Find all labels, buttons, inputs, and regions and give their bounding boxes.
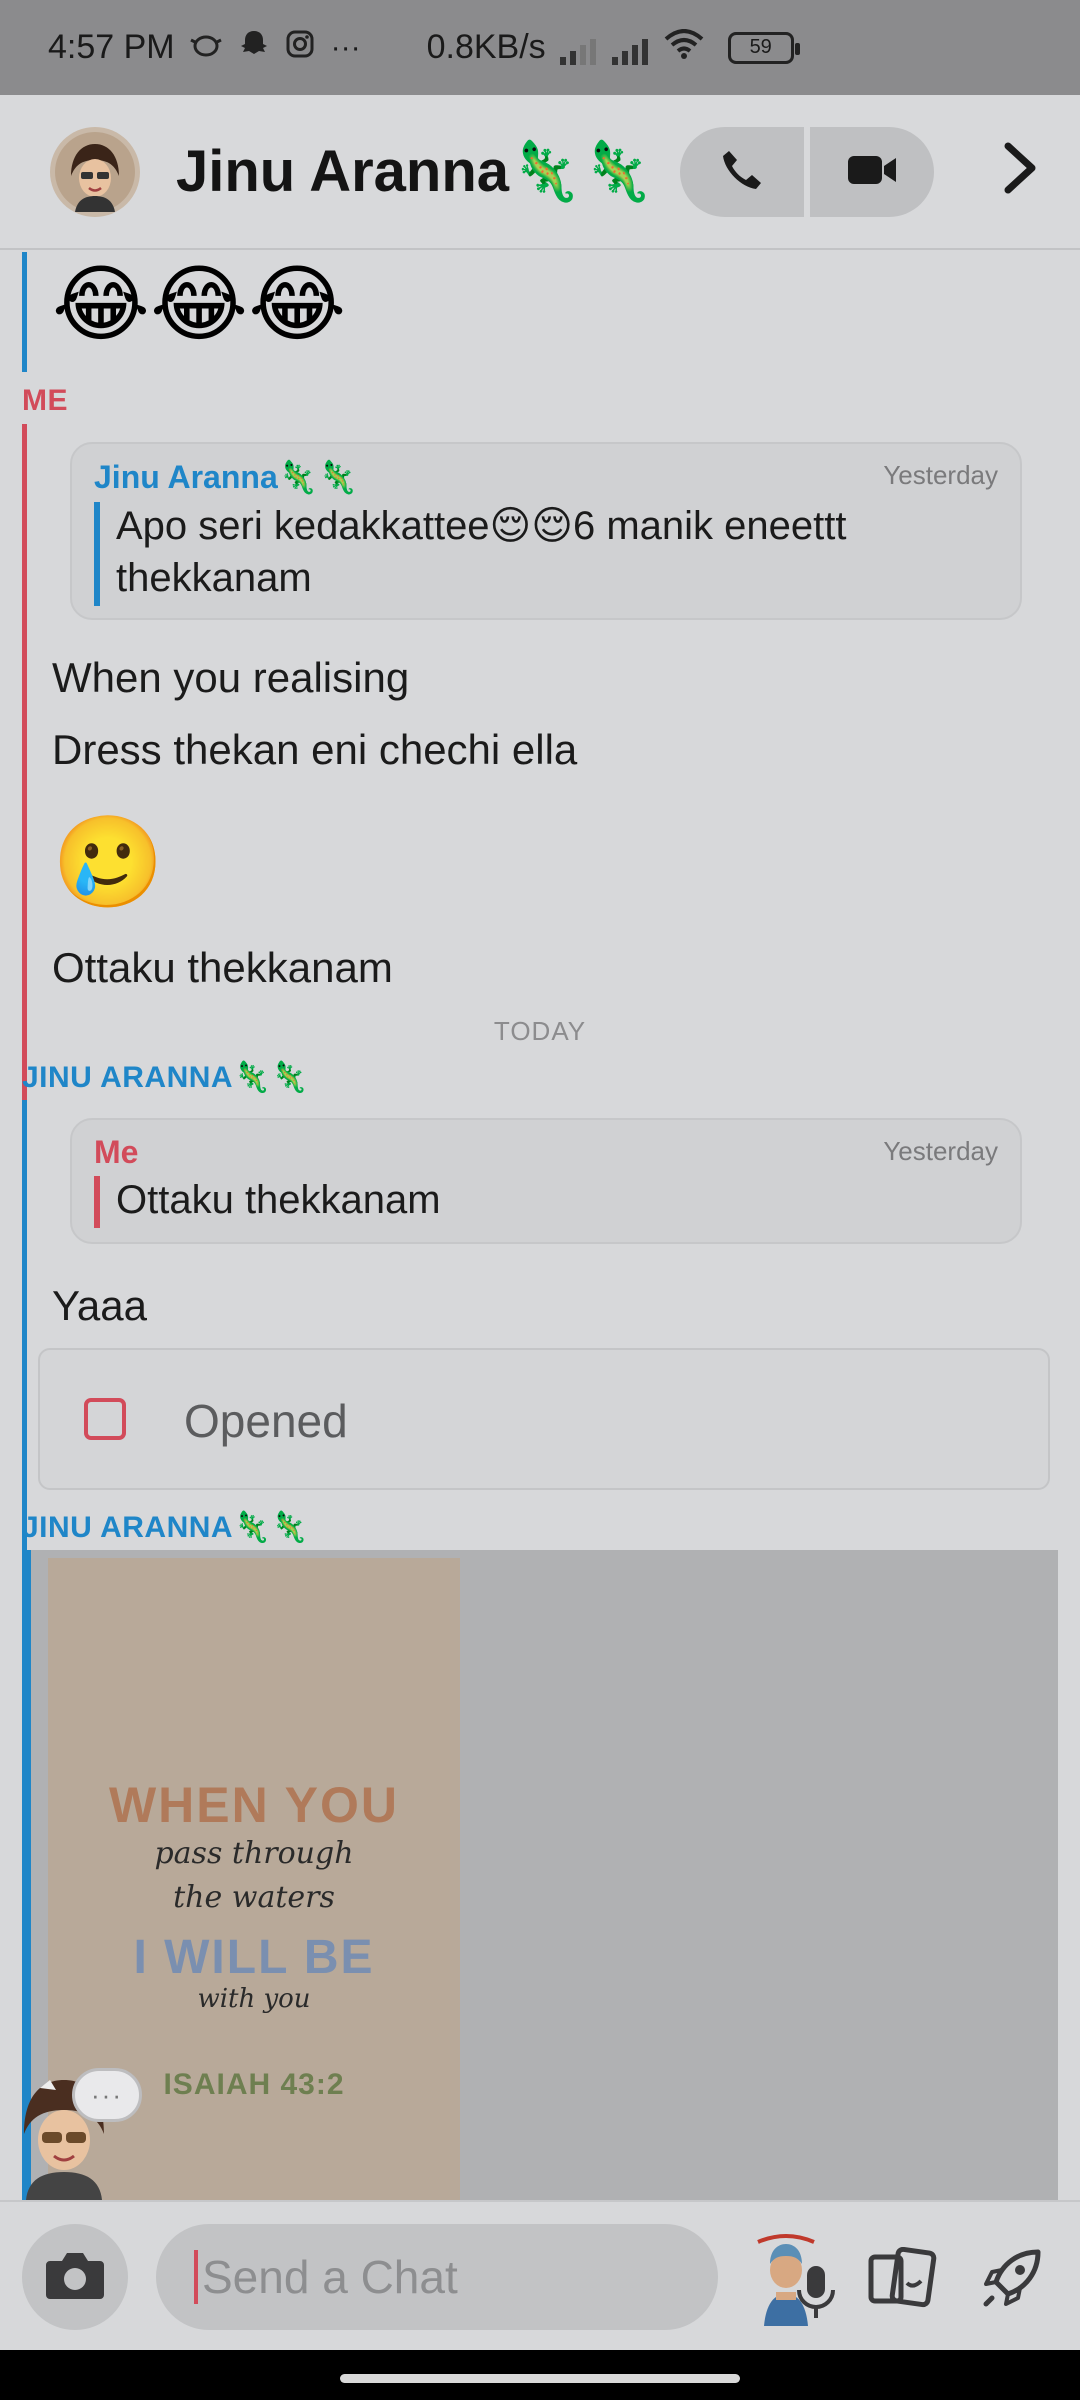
chat-input-container[interactable] (156, 2224, 835, 2330)
phone-icon (719, 147, 765, 198)
camera-button[interactable] (22, 2224, 128, 2330)
quoted-timestamp: Yesterday (883, 1136, 998, 1166)
quoted-timestamp: Yesterday (883, 460, 998, 490)
poster-text: I WILL BE (133, 1931, 375, 1984)
quoted-text-line2: thekkanam (116, 556, 312, 600)
sender-label-friend: JINU ARANNA🦎🦎 (22, 1061, 309, 1094)
snap-square-icon (84, 1398, 126, 1440)
camera-icon (44, 2249, 106, 2306)
chevron-right-icon (1002, 142, 1038, 199)
snapchat-ghost-icon (239, 29, 269, 67)
poster-text: WHEN YOU (108, 1777, 400, 1833)
poster-text: pass through (154, 1836, 354, 1871)
sender-label-me: ME (22, 384, 68, 417)
chat-message[interactable]: Dress thekan eni chechi ella (52, 726, 577, 774)
quoted-text-line1: Apo seri kedakkattee😌😌6 manik eneettt (116, 504, 847, 548)
message-list[interactable]: 😂😂😂 ME Jinu Aranna🦎🦎 Yesterday Apo seri … (0, 252, 1080, 2200)
more-notifications-icon: ··· (330, 30, 361, 64)
quoted-message[interactable]: Me Yesterday Ottaku thekkanam (70, 1118, 1022, 1244)
voice-call-button[interactable] (680, 127, 804, 217)
status-time: 4:57 PM (48, 28, 175, 66)
chat-input[interactable] (194, 2250, 614, 2304)
quoted-sender: Jinu Aranna🦎🦎 (94, 459, 358, 495)
network-speed: 0.8KB/s (426, 28, 546, 66)
media-message[interactable]: WHEN YOU pass through the waters I WILL … (22, 1550, 1058, 2200)
quoted-sender: Me (94, 1134, 139, 1170)
contact-name[interactable]: Jinu Aranna🦎🦎 (176, 138, 653, 206)
wifi-icon (664, 28, 704, 67)
message-emojis[interactable]: 😂😂😂 (52, 262, 346, 346)
composer-bar (0, 2200, 1080, 2350)
video-camera-icon (846, 150, 898, 195)
quoted-message[interactable]: Jinu Aranna🦎🦎 Yesterday Apo seri kedakka… (70, 442, 1022, 620)
quote-bar (94, 1176, 100, 1228)
chat-message[interactable]: Yaaa (52, 1282, 147, 1330)
avatar[interactable] (50, 126, 140, 217)
signal-icon (559, 31, 596, 65)
sender-label-friend: JINU ARANNA🦎🦎 (22, 1511, 309, 1544)
quote-bar (94, 502, 100, 606)
opened-snap-card[interactable]: Opened (38, 1348, 1050, 1490)
home-indicator[interactable] (340, 2374, 740, 2383)
typing-indicator-bubble: ··· (72, 2068, 142, 2122)
poster-text: the waters (173, 1880, 335, 1915)
date-divider: TODAY (493, 1016, 587, 1046)
status-bar: 4:57 PM ··· 0.8KB/s 59 (0, 0, 1080, 95)
chat-info-button[interactable] (990, 140, 1050, 200)
friend-thread-bar (22, 252, 27, 372)
chat-header: Jinu Aranna🦎🦎 (0, 95, 1080, 250)
opened-label: Opened (184, 1395, 348, 1447)
rocket-icon[interactable] (962, 2228, 1062, 2328)
instagram-icon (285, 29, 315, 67)
call-buttons (680, 127, 934, 217)
cards-icon[interactable] (852, 2228, 952, 2328)
video-call-button[interactable] (810, 127, 934, 217)
system-nav-bar (0, 2350, 1080, 2400)
signal-icon-2 (611, 31, 648, 65)
battery-indicator: 59 (727, 31, 800, 64)
chat-message[interactable]: Ottaku thekkanam (52, 944, 393, 992)
bitmoji-sticker-icon[interactable] (736, 2228, 836, 2328)
chat-message[interactable]: When you realising (52, 654, 409, 702)
snapchat-chat-screen: 4:57 PM ··· 0.8KB/s 59 Jinu Aranna🦎🦎 😂😂😂… (0, 0, 1080, 2400)
quoted-text: Ottaku thekkanam (116, 1178, 441, 1222)
bug-icon (189, 30, 223, 66)
poster-text: with you (197, 1984, 311, 2014)
chat-message-emoji[interactable]: 🥲 (52, 818, 164, 908)
